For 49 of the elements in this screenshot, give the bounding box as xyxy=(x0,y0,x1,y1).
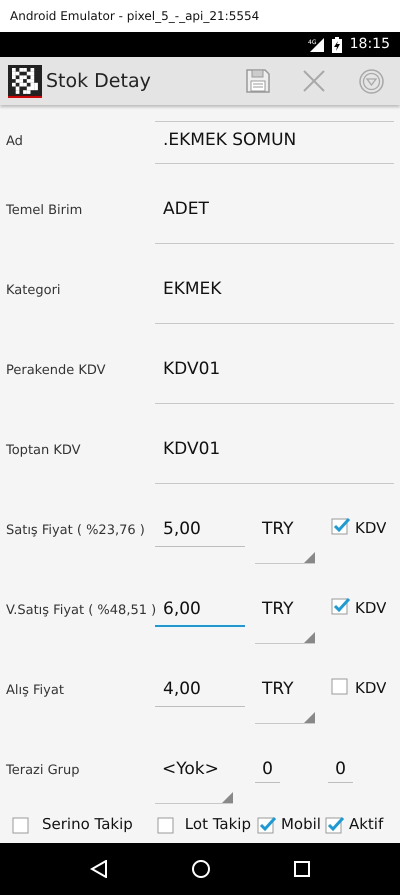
clock-time: 18:15 xyxy=(350,35,390,54)
field-label: Alış Fiyat xyxy=(5,682,65,700)
dropdown-corner-icon xyxy=(304,632,315,643)
window-title: Android Emulator - pixel_5_-_api_21:5554 xyxy=(10,8,260,25)
back-icon[interactable] xyxy=(90,860,108,878)
checkbox-label: KDV xyxy=(355,518,386,539)
number-field[interactable]: 0 xyxy=(328,757,353,783)
screen-title: Stok Detay xyxy=(46,68,152,94)
currency-dropdown[interactable]: TRY xyxy=(255,517,315,564)
dropdown-circle-icon[interactable] xyxy=(359,68,384,94)
field-label: Kategori xyxy=(5,282,62,300)
checkbox-label: Serino Takip xyxy=(42,814,133,836)
checkbox-label: Lot Takip xyxy=(184,814,251,836)
text-field[interactable]: .EKMEK SOMUN xyxy=(155,122,394,164)
checked-checkbox[interactable] xyxy=(331,517,351,535)
field-label: V.Satış Fiyat ( %48,51 ) xyxy=(5,602,155,620)
dropdown-corner-icon xyxy=(222,792,233,803)
text-field[interactable]: KDV01 xyxy=(155,324,394,404)
app-logo-icon xyxy=(8,64,42,98)
price-field[interactable]: 5,00 xyxy=(155,517,245,547)
checked-checkbox[interactable] xyxy=(256,816,277,834)
text-field[interactable]: EKMEK xyxy=(155,244,394,324)
price-field[interactable]: 6,00 xyxy=(155,597,245,627)
text-field[interactable]: ADET xyxy=(155,164,394,244)
field-label: Perakende KDV xyxy=(5,362,107,380)
field-label: Ad xyxy=(5,133,24,151)
home-icon[interactable] xyxy=(192,860,210,878)
battery-icon xyxy=(332,36,342,52)
field-label: Temel Birim xyxy=(5,202,84,220)
field-label: Terazi Grup xyxy=(5,762,81,780)
save-icon[interactable] xyxy=(245,68,271,94)
number-field[interactable]: 0 xyxy=(255,757,280,783)
checked-checkbox[interactable] xyxy=(331,597,351,615)
field-label: Satış Fiyat ( %23,76 ) xyxy=(5,522,146,540)
field-label: Toptan KDV xyxy=(5,442,82,460)
checkbox-label: Mobil xyxy=(280,814,321,836)
checkbox-label: KDV xyxy=(355,678,386,699)
currency-dropdown[interactable]: TRY xyxy=(255,597,315,644)
text-field[interactable]: KDV01 xyxy=(155,404,394,484)
checkbox-label: Aktif xyxy=(348,814,384,836)
checkbox-label: KDV xyxy=(355,598,386,619)
dropdown-corner-icon xyxy=(304,712,315,723)
dropdown-corner-icon xyxy=(304,552,315,563)
recents-icon[interactable] xyxy=(294,861,310,877)
close-icon[interactable] xyxy=(303,70,325,92)
currency-dropdown[interactable]: TRY xyxy=(255,677,315,724)
scale-group-dropdown[interactable]: <Yok> xyxy=(155,757,233,804)
checked-checkbox[interactable] xyxy=(324,816,345,834)
price-field[interactable]: 4,00 xyxy=(155,677,245,707)
